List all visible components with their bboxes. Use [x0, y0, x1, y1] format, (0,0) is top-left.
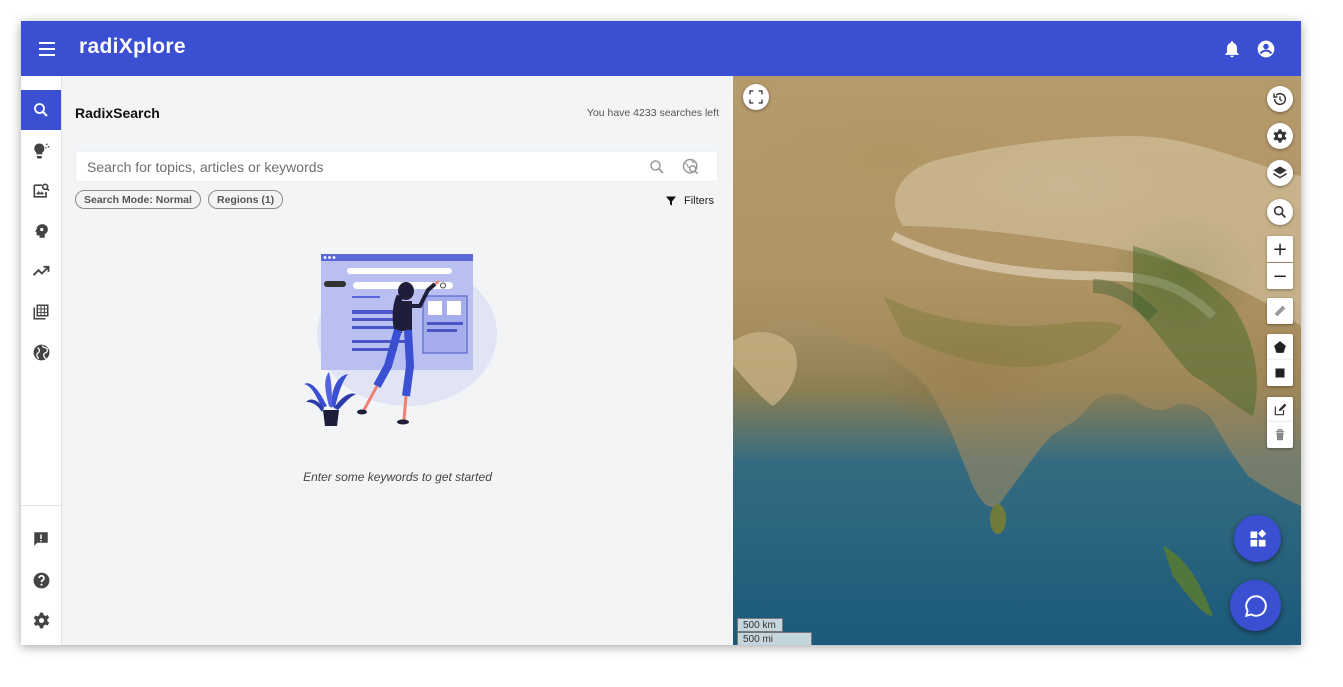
map-terrain [733, 76, 1301, 616]
hamburger-menu-icon[interactable] [37, 38, 59, 60]
top-app-bar: radiXplore [21, 21, 1301, 76]
delete-layers-icon[interactable] [1267, 422, 1293, 448]
feedback-icon [34, 532, 48, 546]
search-input[interactable] [76, 152, 658, 181]
nav-tables[interactable] [21, 292, 61, 332]
filter-funnel-icon [666, 196, 676, 206]
draw-polygon-icon[interactable] [1267, 334, 1293, 360]
image-search-icon [33, 183, 50, 198]
nav-globe[interactable] [21, 332, 61, 372]
panel-title: RadixSearch [75, 105, 160, 121]
trending-up-icon [32, 265, 50, 276]
app-logo-title[interactable]: radiXplore [79, 35, 186, 59]
settings-icon [33, 612, 49, 628]
chat-bubble-icon [1244, 594, 1267, 617]
nav-insights[interactable] [21, 131, 61, 171]
nav-psychology[interactable] [21, 211, 61, 251]
nav-trends[interactable] [21, 251, 61, 291]
layers-icon[interactable] [1267, 160, 1293, 186]
chip-regions[interactable]: Regions (1) [208, 190, 284, 209]
empty-state-message: Enter some keywords to get started [303, 470, 492, 484]
account-circle-icon[interactable] [1256, 39, 1276, 59]
psychology-icon [35, 224, 48, 238]
filters-button[interactable]: Filters [665, 193, 714, 209]
nav-settings[interactable] [21, 600, 61, 640]
nav-feedback[interactable] [21, 519, 61, 559]
chat-support-button[interactable] [1230, 580, 1281, 631]
draw-rectangle-icon[interactable] [1267, 360, 1293, 386]
scale-bar-mi: 500 mi [737, 632, 812, 645]
lightbulb-icon [34, 143, 50, 159]
satellite-map[interactable]: + − 500 km 500 mi [733, 76, 1301, 645]
empty-state-illustration [304, 254, 497, 426]
searches-remaining: You have 4233 searches left [586, 107, 719, 119]
nav-help[interactable] [21, 560, 61, 600]
table-icon [33, 304, 49, 320]
fullscreen-expand-icon[interactable] [743, 84, 769, 110]
search-icon [34, 103, 48, 117]
widgets-icon [1250, 528, 1266, 546]
search-panel: RadixSearch You have 4233 searches left … [62, 76, 733, 645]
globe-icon [33, 344, 49, 360]
search-bar [75, 151, 718, 182]
geo-search-icon[interactable] [681, 157, 701, 177]
zoom-in-button[interactable]: + [1267, 236, 1293, 262]
measure-ruler-icon[interactable] [1267, 298, 1293, 324]
dashboard-widgets-button[interactable] [1234, 515, 1281, 562]
map-search-icon[interactable] [1267, 199, 1293, 225]
nav-image-search[interactable] [21, 171, 61, 211]
nav-divider [21, 505, 61, 506]
nav-search[interactable] [21, 90, 61, 130]
app-window: radiXplore RadixSearch You have 4233 sea… [21, 21, 1301, 645]
scale-bar-km: 500 km [737, 618, 783, 632]
zoom-out-button[interactable]: − [1267, 263, 1293, 289]
filters-label: Filters [684, 195, 714, 207]
search-submit-icon[interactable] [648, 158, 666, 176]
notifications-bell-icon[interactable] [1222, 39, 1242, 59]
help-icon [33, 572, 49, 588]
edit-layers-icon[interactable] [1267, 397, 1293, 423]
map-settings-icon[interactable] [1267, 123, 1293, 149]
left-nav-rail [21, 76, 62, 645]
chip-search-mode[interactable]: Search Mode: Normal [75, 190, 201, 209]
history-icon[interactable] [1267, 86, 1293, 112]
